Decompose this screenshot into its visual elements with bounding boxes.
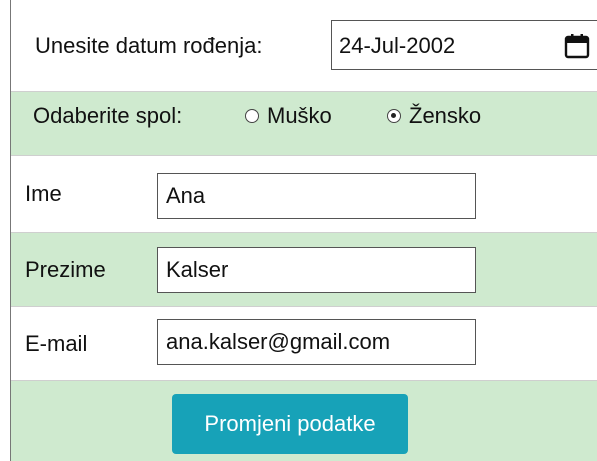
gender-label: Odaberite spol:: [33, 103, 183, 128]
radio-selected-dot: [391, 113, 396, 118]
first-name-input[interactable]: [157, 173, 476, 219]
email-label: E-mail: [25, 331, 88, 356]
first-name-row: Ime: [11, 156, 597, 233]
email-input[interactable]: [157, 319, 476, 365]
update-data-button[interactable]: Promjeni podatke: [172, 394, 408, 454]
last-name-input[interactable]: [157, 247, 476, 293]
birthdate-input[interactable]: 24-Jul-2002: [331, 20, 597, 70]
radio-zensko-label[interactable]: Žensko: [409, 104, 481, 128]
birthdate-value: 24-Jul-2002: [339, 33, 456, 58]
radio-musko[interactable]: [245, 109, 259, 123]
calendar-icon[interactable]: [564, 33, 590, 59]
last-name-row: Prezime: [11, 233, 597, 307]
radio-zensko[interactable]: [387, 109, 401, 123]
gender-row: Odaberite spol: Muško Žensko: [11, 92, 597, 156]
radio-musko-label[interactable]: Muško: [267, 104, 332, 128]
first-name-label: Ime: [25, 181, 62, 206]
email-row: E-mail: [11, 307, 597, 381]
last-name-label: Prezime: [25, 257, 106, 282]
birthdate-row: Unesite datum rođenja: 24-Jul-2002: [11, 0, 597, 92]
birthdate-label: Unesite datum rođenja:: [35, 33, 263, 58]
